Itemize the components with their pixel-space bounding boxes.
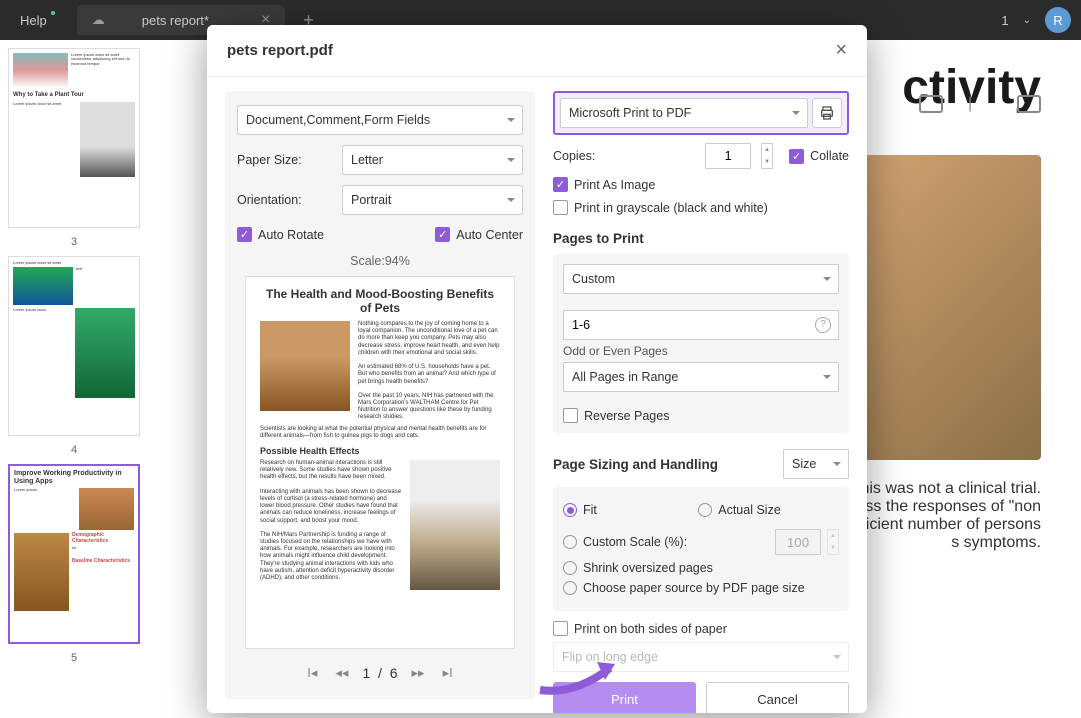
page-thumb-selected[interactable]: Improve Working Productivity in Using Ap… — [8, 464, 140, 644]
topbar-right: 1 ⌄ R — [1001, 7, 1071, 33]
printer-select[interactable]: Microsoft Print to PDF — [560, 98, 808, 128]
page-sizing-heading: Page Sizing and Handling — [553, 457, 718, 472]
orientation-select[interactable]: Portrait — [342, 185, 523, 215]
sizing-mode-select[interactable]: Size — [783, 449, 849, 479]
cloud-icon: ☁ — [92, 12, 105, 28]
page-thumb[interactable]: Lorem ipsum dolor sit amet text Lorem ip… — [8, 256, 140, 436]
thumb-heading: Improve Working Productivity in Using Ap… — [14, 470, 134, 485]
dialog-header: pets report.pdf × — [207, 25, 867, 77]
reverse-pages-checkbox[interactable] — [563, 408, 578, 423]
both-sides-checkbox[interactable] — [553, 621, 568, 636]
collate-checkbox[interactable]: ✓ — [789, 149, 804, 164]
reverse-pages-label: Reverse Pages — [584, 409, 669, 423]
custom-scale-input[interactable] — [775, 529, 821, 555]
odd-even-select[interactable]: All Pages in Range — [563, 362, 839, 392]
print-dialog: pets report.pdf × Document,Comment,Form … — [207, 25, 867, 713]
print-settings-panel: Microsoft Print to PDF Copies: ▲▼ ✓ Colla… — [553, 91, 849, 699]
auto-center-checkbox[interactable]: ✓ — [435, 227, 450, 242]
dialog-title: pets report.pdf — [227, 42, 333, 59]
prev-page-button[interactable]: ◂◂ — [331, 661, 352, 685]
thumb-heading: Why to Take a Plant Tour — [13, 92, 135, 99]
reading-mode-icon[interactable] — [1017, 95, 1041, 113]
next-page-button[interactable]: ▸▸ — [408, 661, 429, 685]
shrink-label: Shrink oversized pages — [583, 561, 713, 575]
preview-image — [410, 460, 500, 590]
pages-mode-select[interactable]: Custom — [563, 264, 839, 294]
flip-select: Flip on long edge — [553, 642, 849, 672]
auto-rotate-label: Auto Rotate — [258, 228, 324, 242]
view-toolbar: | — [919, 95, 1041, 113]
help-menu[interactable]: Help — [10, 9, 57, 32]
scale-spinner[interactable]: ▲▼ — [827, 529, 839, 555]
custom-scale-radio[interactable] — [563, 535, 577, 549]
grayscale-checkbox[interactable] — [553, 200, 568, 215]
print-as-image-label: Print As Image — [574, 178, 655, 192]
collate-label: Collate — [810, 149, 849, 163]
total-pages: 6 — [390, 665, 398, 681]
paper-size-label: Paper Size: — [237, 153, 342, 167]
paper-source-radio[interactable] — [563, 581, 577, 595]
fit-radio[interactable] — [563, 503, 577, 517]
page-sizing-panel: Fit Actual Size Custom Scale (%): ▲▼ Shr… — [553, 487, 849, 611]
chevron-down-icon[interactable]: ⌄ — [1023, 15, 1031, 26]
both-sides-label: Print on both sides of paper — [574, 622, 727, 636]
print-preview-panel: Document,Comment,Form Fields Paper Size:… — [225, 91, 535, 699]
thumb-number: 5 — [8, 652, 140, 664]
close-dialog-button[interactable]: × — [835, 39, 847, 62]
page-thumb[interactable]: Lorem ipsum dolor sit amet consectetur a… — [8, 48, 140, 228]
page-range-input[interactable] — [563, 310, 839, 340]
preview-subtitle: Possible Health Effects — [260, 446, 500, 456]
custom-scale-label: Custom Scale (%): — [583, 535, 687, 549]
paper-size-select[interactable]: Letter — [342, 145, 523, 175]
cancel-button[interactable]: Cancel — [706, 682, 849, 713]
copies-label: Copies: — [553, 149, 695, 163]
shrink-radio[interactable] — [563, 561, 577, 575]
copies-spinner[interactable]: ▲▼ — [761, 143, 773, 169]
grayscale-label: Print in grayscale (black and white) — [574, 201, 768, 215]
preview-image — [260, 321, 350, 411]
thumb-number: 4 — [8, 444, 140, 456]
pages-to-print-panel: Custom ? Odd or Even Pages All Pages in … — [553, 254, 849, 433]
fit-label: Fit — [583, 503, 597, 517]
actual-size-radio[interactable] — [698, 503, 712, 517]
print-options-select[interactable]: Document,Comment,Form Fields — [237, 105, 523, 135]
printer-select-highlight: Microsoft Print to PDF — [553, 91, 849, 135]
user-count: 1 — [1001, 13, 1008, 28]
paper-source-label: Choose paper source by PDF page size — [583, 581, 805, 595]
auto-center-label: Auto Center — [456, 228, 523, 242]
odd-even-label: Odd or Even Pages — [563, 344, 839, 358]
copies-input[interactable] — [705, 143, 751, 169]
first-page-button[interactable]: I◂ — [303, 661, 321, 685]
printer-icon — [819, 105, 835, 121]
preview-pager: I◂ ◂◂ 1 / 6 ▸▸ ▸I — [237, 661, 523, 685]
tab-title: pets report* — [142, 13, 209, 28]
scale-text: Scale:94% — [237, 254, 523, 268]
preview-title: The Health and Mood-Boosting Benefits of… — [260, 287, 500, 315]
print-as-image-checkbox[interactable]: ✓ — [553, 177, 568, 192]
orientation-label: Orientation: — [237, 193, 342, 207]
pages-to-print-heading: Pages to Print — [553, 231, 849, 246]
auto-rotate-checkbox[interactable]: ✓ — [237, 227, 252, 242]
current-page: 1 — [362, 665, 370, 681]
printer-properties-button[interactable] — [812, 98, 842, 128]
user-avatar[interactable]: R — [1045, 7, 1071, 33]
help-icon[interactable]: ? — [815, 317, 831, 333]
print-button[interactable]: Print — [553, 682, 696, 713]
page-preview: The Health and Mood-Boosting Benefits of… — [245, 276, 515, 649]
actual-size-label: Actual Size — [718, 503, 781, 517]
presentation-icon[interactable] — [919, 95, 943, 113]
thumbnail-sidebar: Lorem ipsum dolor sit amet consectetur a… — [0, 40, 148, 718]
last-page-button[interactable]: ▸I — [439, 661, 457, 685]
thumb-number: 3 — [8, 236, 140, 248]
